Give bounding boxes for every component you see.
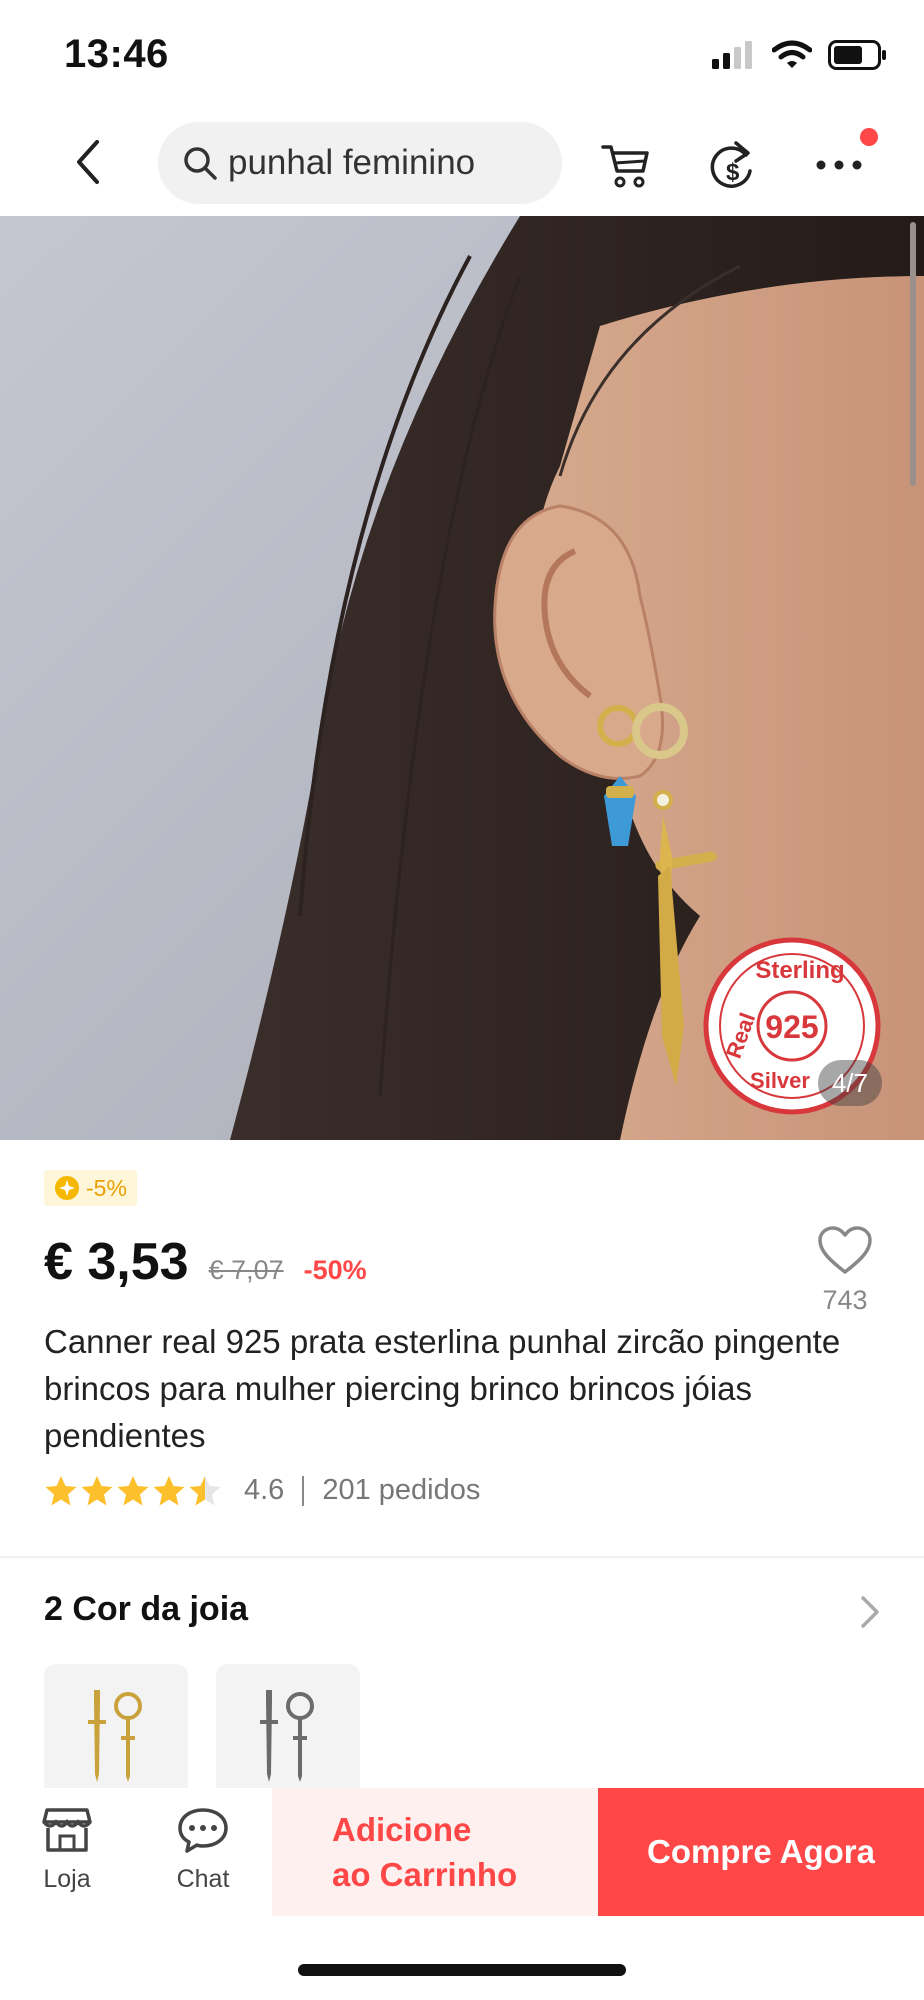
more-icon xyxy=(816,160,862,170)
section-divider xyxy=(0,1556,924,1558)
back-button[interactable] xyxy=(58,132,118,192)
chevron-right-icon xyxy=(861,1596,879,1628)
variant-section-title[interactable]: 2 Cor da joia xyxy=(44,1590,248,1629)
star-icon xyxy=(153,1475,185,1505)
watermark-top: Sterling xyxy=(755,957,844,984)
price-row: € 3,53 € 7,07 -50% xyxy=(44,1232,367,1292)
discount-percent: -50% xyxy=(303,1255,367,1285)
original-price: € 7,07 xyxy=(208,1255,284,1285)
product-photo: 925 Sterling Real Silver xyxy=(0,216,924,1140)
watermark-number: 925 xyxy=(765,1009,818,1045)
bottom-action-bar: Loja Chat Adicione ao Carrinho Compre Ag… xyxy=(0,1788,924,1918)
variant-option-silver[interactable] xyxy=(216,1664,360,1804)
search-query: punhal feminino xyxy=(228,143,476,182)
chat-label: Chat xyxy=(176,1865,230,1893)
battery-icon xyxy=(828,40,886,70)
orders-count: 201 pedidos xyxy=(322,1474,481,1506)
status-icons xyxy=(712,40,888,70)
watermark-bottom: Silver xyxy=(750,1068,810,1093)
store-button[interactable]: Loja xyxy=(22,1806,112,1894)
add-to-cart-line1: Adicione xyxy=(332,1811,472,1848)
coin-discount-text: -5% xyxy=(86,1174,127,1201)
rating-stars xyxy=(44,1475,222,1507)
notification-dot xyxy=(860,128,878,146)
status-bar: 13:46 xyxy=(0,0,924,110)
buy-now-button[interactable]: Compre Agora xyxy=(598,1788,924,1916)
search-icon xyxy=(184,147,217,180)
add-to-cart-line2: ao Carrinho xyxy=(332,1856,518,1893)
more-button[interactable] xyxy=(810,128,878,194)
add-to-cart-button[interactable]: Adicione ao Carrinho xyxy=(272,1788,598,1916)
star-icon xyxy=(45,1475,77,1505)
search-input[interactable]: punhal feminino xyxy=(158,122,562,204)
chat-button[interactable]: Chat xyxy=(158,1806,248,1894)
status-time: 13:46 xyxy=(64,32,169,76)
product-image-gallery[interactable]: 925 Sterling Real Silver 4/7 xyxy=(0,216,924,1140)
store-icon xyxy=(42,1808,92,1852)
heart-icon xyxy=(818,1226,872,1274)
image-counter: 4/7 xyxy=(817,1060,882,1106)
coin-share-icon: $ xyxy=(710,141,752,188)
wishlist-count: 743 xyxy=(822,1285,868,1315)
variant-chevron[interactable] xyxy=(856,1592,884,1632)
rating-value: 4.6 xyxy=(244,1474,285,1506)
coin-share-button[interactable]: $ xyxy=(703,136,761,194)
nav-bar: punhal feminino $ xyxy=(0,110,924,216)
rating-row[interactable]: 4.6 201 pedidos xyxy=(44,1474,480,1507)
store-label: Loja xyxy=(43,1865,91,1893)
cart-button[interactable] xyxy=(596,136,654,194)
signal-icon xyxy=(712,41,752,69)
wishlist-button[interactable]: 743 xyxy=(810,1226,880,1316)
wifi-icon xyxy=(772,40,812,68)
star-icon xyxy=(81,1475,113,1505)
variant-option-gold[interactable] xyxy=(44,1664,188,1804)
scrollbar[interactable] xyxy=(910,222,916,486)
coin-discount-badge: -5% xyxy=(44,1170,137,1206)
home-indicator xyxy=(298,1964,626,1976)
gold-earring-thumbnail xyxy=(88,1690,142,1782)
half-star-icon xyxy=(189,1475,221,1505)
silver-earring-thumbnail xyxy=(260,1690,314,1782)
current-price: € 3,53 xyxy=(44,1233,189,1291)
star-icon xyxy=(117,1475,149,1505)
chat-icon xyxy=(178,1808,228,1853)
coin-icon xyxy=(55,1176,79,1200)
back-icon xyxy=(77,140,99,184)
svg-text:$: $ xyxy=(726,159,740,186)
product-title: Canner real 925 prata esterlina punhal z… xyxy=(44,1323,841,1454)
cart-icon xyxy=(601,145,649,188)
rating-separator xyxy=(302,1475,305,1506)
